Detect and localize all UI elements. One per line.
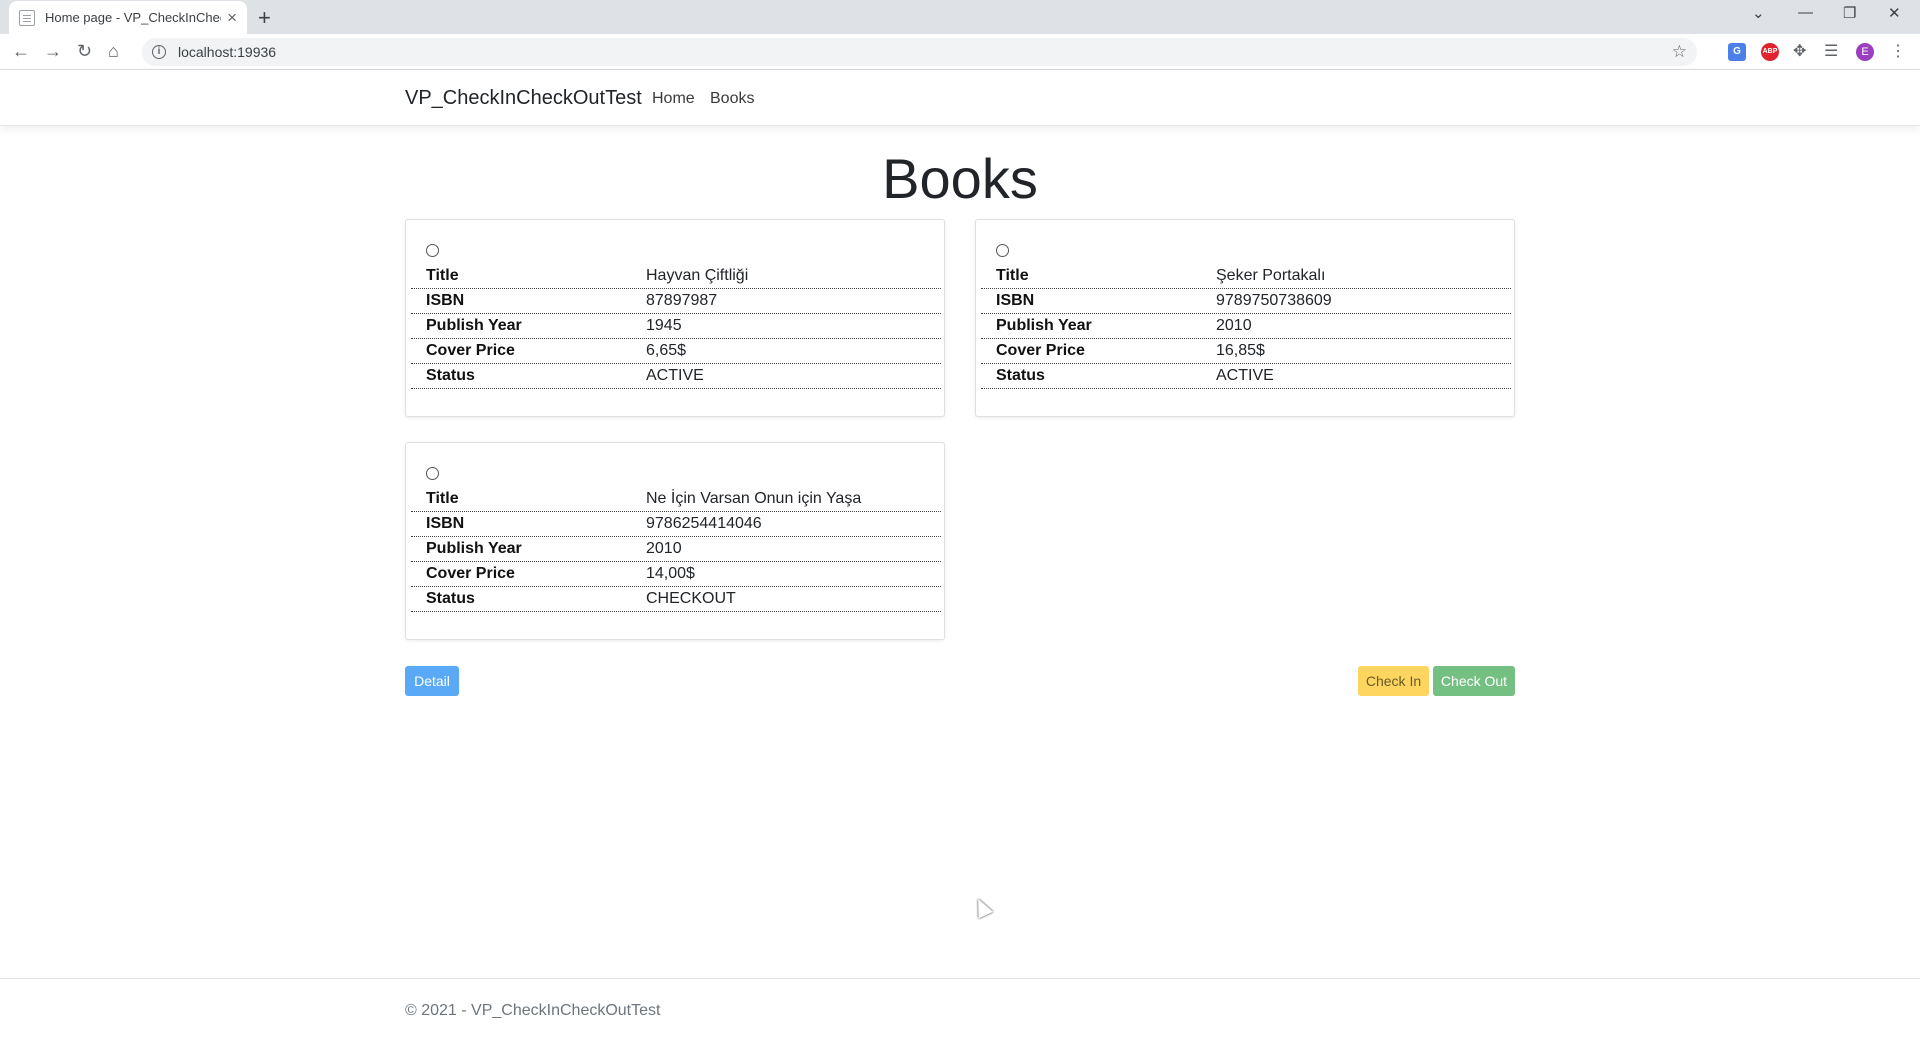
field-label: Title: [426, 490, 459, 507]
field-label: Status: [996, 367, 1045, 384]
book-price-value: 6,65$: [646, 342, 687, 359]
field-label: ISBN: [996, 292, 1035, 309]
page-content: VP_CheckInCheckOutTest Home Books Books …: [0, 70, 1920, 1041]
book-price-value: 16,85$: [1216, 342, 1265, 359]
new-tab-icon[interactable]: +: [258, 5, 271, 31]
translate-extension-icon[interactable]: G: [1728, 43, 1746, 61]
book-row-title: Title Şeker Portakalı: [981, 264, 1511, 289]
browser-toolbar: ← → ↻ ⌂ i localhost:19936 ☆ G ABP ✥ ☰ E …: [0, 34, 1920, 70]
browser-menu-icon[interactable]: ⋮: [1890, 43, 1908, 61]
field-label: Title: [996, 267, 1029, 284]
mouse-cursor-icon: [970, 895, 994, 919]
book-isbn-value: 9786254414046: [646, 515, 762, 532]
tab-title: Home page - VP_CheckInCheckO: [45, 10, 221, 25]
field-label: Cover Price: [426, 342, 515, 359]
extensions-puzzle-icon[interactable]: ✥: [1793, 43, 1811, 61]
book-select-radio[interactable]: [426, 467, 439, 480]
field-label: Status: [426, 590, 475, 607]
book-card: Title Şeker Portakalı ISBN 9789750738609 P…: [975, 219, 1515, 417]
back-icon[interactable]: ←: [12, 41, 30, 62]
site-brand[interactable]: VP_CheckInCheckOutTest: [405, 87, 642, 110]
address-bar[interactable]: i localhost:19936 ☆: [142, 38, 1697, 66]
reading-list-icon[interactable]: ☰: [1824, 43, 1842, 61]
nav-link-home[interactable]: Home: [652, 90, 695, 108]
book-row-status: Status ACTIVE: [981, 364, 1511, 389]
check-out-button[interactable]: Check Out: [1433, 666, 1515, 696]
book-title-value: Şeker Portakalı: [1216, 267, 1326, 284]
bookmark-star-icon[interactable]: ☆: [1672, 42, 1687, 62]
book-row-year: Publish Year 2010: [411, 537, 941, 562]
field-label: Publish Year: [426, 317, 522, 334]
field-label: Publish Year: [996, 317, 1092, 334]
site-info-icon[interactable]: i: [152, 45, 166, 59]
field-label: ISBN: [426, 515, 465, 532]
book-row-year: Publish Year 2010: [981, 314, 1511, 339]
tab-search-icon[interactable]: ⌄: [1752, 4, 1765, 22]
field-label: Cover Price: [996, 342, 1085, 359]
book-year-value: 2010: [646, 540, 682, 557]
page-favicon-icon: [19, 9, 35, 26]
page-title: Books: [882, 147, 1038, 210]
book-row-isbn: ISBN 9789750738609: [981, 289, 1511, 314]
book-row-price: Cover Price 6,65$: [411, 339, 941, 364]
site-footer: © 2021 - VP_CheckInCheckOutTest: [0, 978, 1920, 1041]
book-row-year: Publish Year 1945: [411, 314, 941, 339]
browser-tabstrip: Home page - VP_CheckInCheckO × + ⌄ — ❐ ✕: [0, 0, 1920, 34]
book-row-status: Status ACTIVE: [411, 364, 941, 389]
book-card: Title Ne İçin Varsan Onun için Yaşa ISBN 9…: [405, 442, 945, 640]
book-row-title: Title Ne İçin Varsan Onun için Yaşa: [411, 487, 941, 512]
book-price-value: 14,00$: [646, 565, 695, 582]
book-select-radio[interactable]: [426, 244, 439, 257]
book-row-price: Cover Price 16,85$: [981, 339, 1511, 364]
book-status-value: ACTIVE: [1216, 367, 1274, 384]
book-row-isbn: ISBN 9786254414046: [411, 512, 941, 537]
field-label: Cover Price: [426, 565, 515, 582]
forward-icon[interactable]: →: [44, 41, 62, 62]
book-title-value: Ne İçin Varsan Onun için Yaşa: [646, 490, 862, 507]
home-icon[interactable]: ⌂: [108, 41, 119, 62]
field-label: Title: [426, 267, 459, 284]
adblock-extension-icon[interactable]: ABP: [1761, 43, 1779, 61]
book-row-title: Title Hayvan Çiftliği: [411, 264, 941, 289]
book-card: Title Hayvan Çiftliği ISBN 87897987 Publis…: [405, 219, 945, 417]
detail-button[interactable]: Detail: [405, 666, 459, 696]
browser-tab[interactable]: Home page - VP_CheckInCheckO ×: [9, 1, 247, 34]
restore-icon[interactable]: ❐: [1843, 4, 1856, 22]
field-label: Status: [426, 367, 475, 384]
book-status-value: ACTIVE: [646, 367, 704, 384]
book-row-isbn: ISBN 87897987: [411, 289, 941, 314]
minimize-icon[interactable]: —: [1798, 4, 1813, 21]
book-select-radio[interactable]: [996, 244, 1009, 257]
close-tab-icon[interactable]: ×: [227, 8, 237, 28]
book-isbn-value: 9789750738609: [1216, 292, 1332, 309]
reload-icon[interactable]: ↻: [77, 41, 92, 62]
field-label: ISBN: [426, 292, 465, 309]
field-label: Publish Year: [426, 540, 522, 557]
check-in-button[interactable]: Check In: [1358, 666, 1429, 696]
book-isbn-value: 87897987: [646, 292, 718, 309]
nav-link-books[interactable]: Books: [710, 90, 754, 108]
profile-avatar[interactable]: E: [1856, 43, 1874, 61]
close-window-icon[interactable]: ✕: [1888, 4, 1901, 22]
book-year-value: 1945: [646, 317, 682, 334]
footer-copyright: © 2021 - VP_CheckInCheckOutTest: [405, 1002, 661, 1019]
book-year-value: 2010: [1216, 317, 1252, 334]
book-row-status: Status CHECKOUT: [411, 587, 941, 612]
book-status-value: CHECKOUT: [646, 590, 736, 607]
site-navbar: VP_CheckInCheckOutTest Home Books: [0, 70, 1920, 126]
book-row-price: Cover Price 14,00$: [411, 562, 941, 587]
url-text: localhost:19936: [178, 44, 277, 60]
book-title-value: Hayvan Çiftliği: [646, 267, 749, 284]
